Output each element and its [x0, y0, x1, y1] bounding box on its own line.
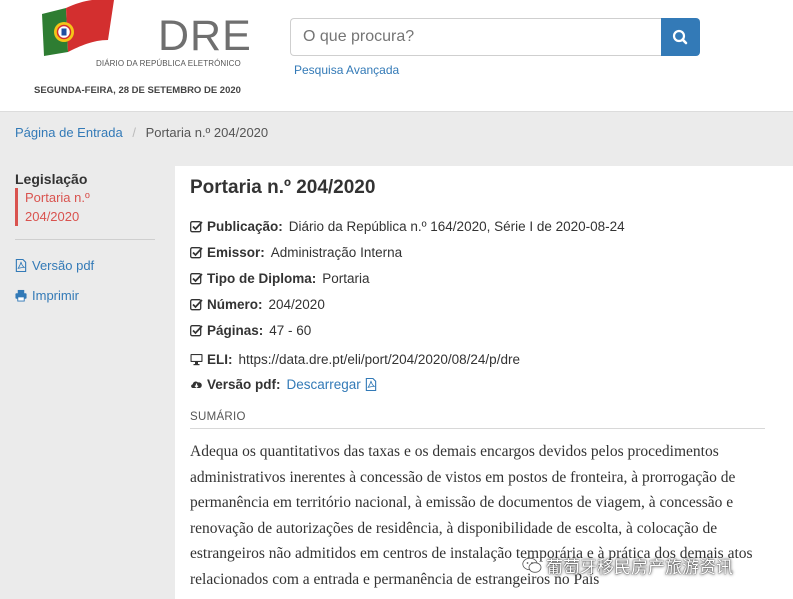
- download-pdf-link[interactable]: Descarregar: [287, 377, 361, 392]
- cloud-download-icon: [191, 381, 202, 389]
- emissor-label: Emissor:: [207, 245, 265, 260]
- sidebar-title: Legislação: [15, 171, 88, 187]
- meta-pdf: Versão pdf: Descarregar: [190, 377, 381, 392]
- sidebar-print-label: Imprimir: [32, 288, 79, 303]
- watermark: 葡萄牙移民房产旅游资讯: [522, 553, 733, 578]
- check-square-icon: [190, 221, 203, 233]
- publicacao-value: Diário da República n.º 164/2020, Série …: [288, 219, 625, 234]
- flag-logo-icon: [42, 0, 114, 56]
- wechat-icon: [522, 557, 542, 573]
- document-panel: Portaria n.º 204/2020 Publicação: Diário…: [175, 166, 793, 599]
- meta-emissor: Emissor: Administração Interna: [190, 245, 402, 260]
- search-icon: [672, 29, 688, 45]
- meta-tipo: Tipo de Diploma: Portaria: [190, 271, 370, 286]
- paginas-label: Páginas:: [207, 323, 264, 338]
- summary-label: SUMÁRIO: [190, 411, 246, 423]
- numero-label: Número:: [207, 297, 263, 312]
- print-icon: [15, 289, 27, 302]
- emissor-value: Administração Interna: [270, 245, 403, 260]
- eli-label: ELI:: [207, 352, 233, 367]
- watermark-text: 葡萄牙移民房产旅游资讯: [546, 558, 733, 577]
- meta-paginas: Páginas: 47 - 60: [190, 323, 311, 338]
- pdf-label: Versão pdf:: [207, 377, 281, 392]
- sidebar-item-active[interactable]: Portaria n.º 204/2020: [15, 188, 155, 226]
- sidebar-active-line1: Portaria n.º: [25, 190, 90, 205]
- desktop-icon: [190, 354, 203, 366]
- site-header: DRE DIÁRIO DA REPÚBLICA ELETRÓNICO SEGUN…: [0, 0, 793, 112]
- meta-publicacao: Publicação: Diário da República n.º 164/…: [190, 219, 625, 234]
- numero-value: 204/2020: [268, 297, 325, 312]
- sidebar-active-line2: 204/2020: [25, 209, 80, 224]
- paginas-value: 47 - 60: [269, 323, 312, 338]
- check-square-icon: [190, 325, 203, 337]
- document-title: Portaria n.º 204/2020: [190, 177, 376, 198]
- breadcrumb-separator: /: [132, 125, 136, 140]
- search-input[interactable]: [290, 18, 662, 56]
- search-button[interactable]: [661, 18, 700, 56]
- check-square-icon: [190, 247, 203, 259]
- advanced-search-link[interactable]: Pesquisa Avançada: [294, 63, 399, 77]
- eli-value[interactable]: https://data.dre.pt/eli/port/204/2020/08…: [239, 352, 520, 367]
- current-date: SEGUNDA-FEIRA, 28 DE SETEMBRO DE 2020: [34, 85, 241, 96]
- file-pdf-icon[interactable]: [365, 378, 377, 391]
- logo-subtitle: DIÁRIO DA REPÚBLICA ELETRÓNICO: [96, 59, 241, 68]
- summary-divider: [190, 428, 765, 429]
- sidebar-pdf-label: Versão pdf: [32, 258, 95, 273]
- check-square-icon: [190, 273, 203, 285]
- logo-text: DRE: [158, 12, 252, 60]
- breadcrumb-home[interactable]: Página de Entrada: [15, 125, 123, 140]
- sidebar-print-link[interactable]: Imprimir: [15, 288, 79, 303]
- breadcrumb: Página de Entrada / Portaria n.º 204/202…: [15, 125, 268, 140]
- file-pdf-icon: [15, 259, 27, 272]
- dre-logo[interactable]: DRE DIÁRIO DA REPÚBLICA ELETRÓNICO: [38, 0, 251, 70]
- check-square-icon: [190, 299, 203, 311]
- sidebar-divider: [15, 239, 155, 240]
- meta-numero: Número: 204/2020: [190, 297, 325, 312]
- sidebar-pdf-link[interactable]: Versão pdf: [15, 258, 94, 273]
- tipo-label: Tipo de Diploma:: [207, 271, 317, 286]
- breadcrumb-current: Portaria n.º 204/2020: [145, 125, 269, 140]
- tipo-value: Portaria: [322, 271, 370, 286]
- publicacao-label: Publicação:: [207, 219, 283, 234]
- meta-eli: ELI: https://data.dre.pt/eli/port/204/20…: [190, 352, 520, 367]
